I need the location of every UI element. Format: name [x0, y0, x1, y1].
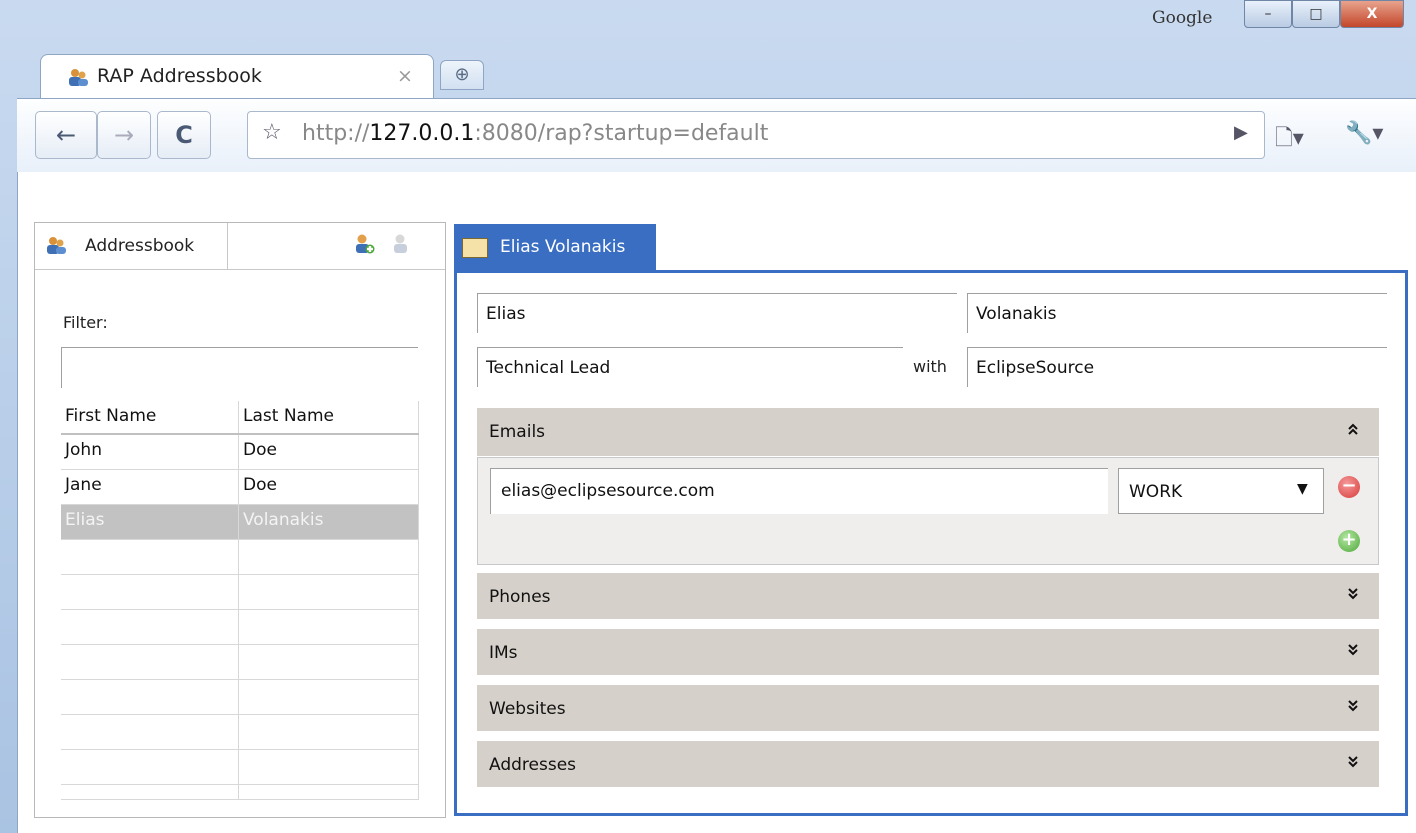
add-email-button[interactable]: +: [1338, 530, 1360, 552]
cell-first-name: John: [61, 435, 239, 469]
title-bar: Google – □ X: [0, 0, 1416, 58]
addressbook-icon: [69, 69, 88, 86]
new-tab-button[interactable]: ⊕: [440, 60, 484, 90]
tab-title: RAP Addressbook: [97, 65, 262, 87]
contacts-table: First Name Last Name John Doe Jane Doe E…: [61, 401, 419, 800]
editor-tab[interactable]: Elias Volanakis: [454, 224, 656, 270]
window-controls: – □ X: [1244, 0, 1404, 28]
websites-section-title: Websites: [489, 699, 566, 719]
url-text: http://127.0.0.1:8080/rap?startup=defaul…: [302, 121, 769, 146]
addresses-section-title: Addresses: [489, 755, 577, 775]
forward-button[interactable]: →: [97, 111, 151, 159]
remove-email-button[interactable]: −: [1338, 476, 1360, 498]
column-header-last-name[interactable]: Last Name: [239, 401, 419, 433]
empty-row: [61, 540, 419, 575]
go-icon[interactable]: ▶: [1234, 122, 1248, 143]
addresses-section-header[interactable]: Addresses: [477, 741, 1379, 787]
editor-tab-label: Elias Volanakis: [500, 237, 626, 257]
phones-section-title: Phones: [489, 587, 551, 607]
filter-label: Filter:: [63, 313, 108, 332]
minimize-button[interactable]: –: [1244, 0, 1292, 28]
company-field[interactable]: EclipseSource: [967, 347, 1387, 387]
maximize-button[interactable]: □: [1292, 0, 1340, 28]
table-row[interactable]: Jane Doe: [61, 470, 419, 505]
close-window-button[interactable]: X: [1340, 0, 1404, 28]
ims-section-title: IMs: [489, 643, 518, 663]
contact-card-icon: [462, 238, 488, 258]
emails-section-body: elias@eclipsesource.com WORK ▼ − +: [477, 457, 1379, 565]
last-name-field[interactable]: Volanakis: [967, 293, 1387, 333]
empty-row: [61, 575, 419, 610]
address-bar[interactable]: ☆ http://127.0.0.1:8080/rap?startup=defa…: [247, 111, 1265, 159]
reload-button[interactable]: C: [157, 111, 211, 159]
addressbook-view-header: Addressbook: [35, 223, 445, 270]
empty-row: [61, 610, 419, 645]
addressbook-icon: [47, 237, 66, 254]
add-contact-icon[interactable]: [353, 233, 375, 255]
tab-close-icon[interactable]: ×: [397, 65, 413, 87]
websites-section-header[interactable]: Websites: [477, 685, 1379, 731]
expand-icon[interactable]: [1347, 755, 1359, 773]
addressbook-tab[interactable]: Addressbook: [35, 223, 228, 269]
browser-window: Google – □ X RAP Addressbook × ⊕ ← → C ☆…: [0, 0, 1416, 833]
column-header-first-name[interactable]: First Name: [61, 401, 239, 433]
dropdown-arrow-icon[interactable]: ▼: [1297, 481, 1308, 497]
contact-editor: Elias Volanakis Elias Volanakis Technica…: [452, 222, 1408, 816]
table-header: First Name Last Name: [61, 401, 419, 435]
empty-row: [61, 645, 419, 680]
cell-first-name: Elias: [61, 505, 239, 539]
email-type-value: WORK: [1129, 482, 1183, 502]
empty-row: [61, 715, 419, 750]
addressbook-tab-label: Addressbook: [85, 236, 195, 256]
expand-icon[interactable]: [1347, 699, 1359, 717]
emails-section-header[interactable]: Emails: [477, 408, 1379, 456]
email-field[interactable]: elias@eclipsesource.com: [490, 468, 1108, 514]
cell-last-name: Volanakis: [239, 505, 419, 539]
browser-tab[interactable]: RAP Addressbook ×: [40, 54, 434, 99]
table-row[interactable]: John Doe: [61, 435, 419, 470]
empty-row: [61, 785, 419, 800]
back-button[interactable]: ←: [35, 111, 97, 159]
ims-section-header[interactable]: IMs: [477, 629, 1379, 675]
empty-row: [61, 750, 419, 785]
expand-icon[interactable]: [1347, 643, 1359, 661]
expand-icon[interactable]: [1347, 587, 1359, 605]
filter-input[interactable]: [61, 347, 418, 388]
first-name-field[interactable]: Elias: [477, 293, 957, 333]
phones-section-header[interactable]: Phones: [477, 573, 1379, 619]
cell-first-name: Jane: [61, 470, 239, 504]
brand-label: Google: [1152, 8, 1213, 28]
collapse-icon[interactable]: [1347, 422, 1359, 440]
page-menu-icon[interactable]: 🗋▾: [1275, 121, 1304, 159]
editor-body: Elias Volanakis Technical Lead with Ecli…: [454, 270, 1408, 816]
empty-row: [61, 680, 419, 715]
cell-last-name: Doe: [239, 470, 419, 504]
addressbook-tools: [353, 233, 411, 260]
table-row-selected[interactable]: Elias Volanakis: [61, 505, 419, 540]
cell-last-name: Doe: [239, 435, 419, 469]
browser-toolbar: ← → C ☆ http://127.0.0.1:8080/rap?startu…: [17, 98, 1416, 173]
bookmark-star-icon[interactable]: ☆: [262, 120, 282, 145]
with-label: with: [913, 357, 947, 376]
addressbook-view: Addressbook Filter: First Name Last Name…: [34, 222, 446, 818]
job-title-field[interactable]: Technical Lead: [477, 347, 903, 387]
email-type-select[interactable]: WORK ▼: [1118, 468, 1324, 514]
emails-section-title: Emails: [489, 422, 546, 442]
remove-contact-icon[interactable]: [389, 233, 411, 255]
tools-menu-icon[interactable]: 🔧▾: [1345, 121, 1383, 146]
